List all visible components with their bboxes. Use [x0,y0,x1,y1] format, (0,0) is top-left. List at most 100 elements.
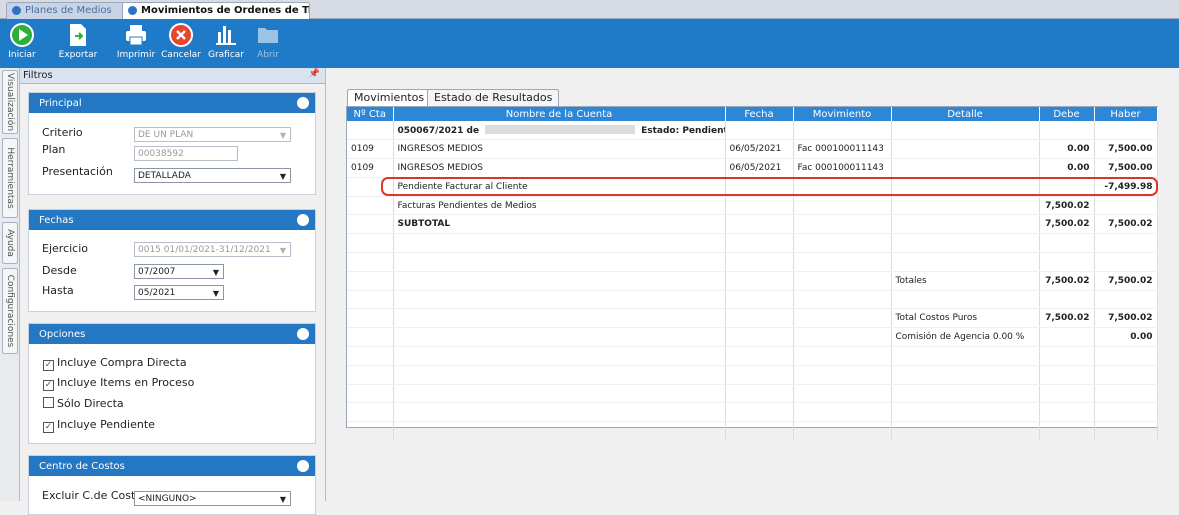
desde-select[interactable]: 07/2007 ▼ [134,264,224,279]
checkbox-solo-directa[interactable]: Sólo Directa [43,397,124,410]
side-tab-label: Ayuda [5,229,15,257]
table-cell: Totales [891,271,1040,291]
table-row[interactable]: 0109 INGRESOS MEDIOS 06/05/2021 Fac 0001000… [347,139,1158,160]
hasta-label: Hasta [42,284,74,297]
tab-movimientos[interactable]: Movimientos de Ordenes de Tra... [122,2,310,19]
table-cell [393,252,726,272]
checkbox-label: Incluye Pendiente [57,418,155,431]
table-cell [347,214,394,235]
table-cell: 7,500.02 [1094,271,1158,291]
table-row[interactable]: SUBTOTAL 7,500.02 7,500.02 [347,214,1158,235]
print-button[interactable]: Imprimir [116,22,156,60]
checkbox-icon: ✓ [43,360,54,371]
table-row[interactable] [347,402,1158,423]
side-tab-visualizacion[interactable]: Visualización [2,70,18,134]
table-row[interactable] [347,421,1158,442]
excluir-select[interactable]: <NINGUNO> ▼ [134,491,291,506]
collapse-icon[interactable] [297,328,309,340]
collapse-icon[interactable] [297,214,309,226]
export-icon [70,24,86,46]
table-cell [393,421,726,442]
plan-field[interactable]: 00038592 [134,146,238,161]
table-cell [725,233,794,254]
table-cell [1039,290,1095,310]
section-header[interactable]: Principal [29,93,315,113]
collapse-icon[interactable] [297,460,309,472]
table-cell: 7,500.02 [1039,308,1095,329]
column-header[interactable]: Detalle [891,107,1040,121]
table-cell: 0.00 [1094,327,1158,348]
table-row[interactable]: 0109 INGRESOS MEDIOS 06/05/2021 Fac 0001000… [347,158,1158,178]
table-row[interactable] [347,346,1158,366]
table-row[interactable] [347,290,1158,310]
table-cell [793,402,892,423]
table-cell: SUBTOTAL [393,214,726,235]
table-cell [891,402,1040,423]
checkbox-compra-directa[interactable]: ✓ Incluye Compra Directa [43,356,187,371]
table-cell [725,252,794,272]
tab-movimientos-grid[interactable]: Movimientos [347,89,432,106]
section-header[interactable]: Fechas [29,210,315,230]
ejercicio-select[interactable]: 0015 01/01/2021-31/12/2021 ▼ [134,242,291,257]
chevron-down-icon: ▼ [212,289,219,298]
movements-table: Nº Cta Nombre de la Cuenta Fecha Movimie… [347,107,1158,442]
table-cell: Comisión de Agencia 0.00 % [891,327,1040,348]
start-label: Iniciar [8,50,36,60]
table-cell: Total Costos Puros [891,308,1040,329]
cancel-button[interactable]: Cancelar [160,22,202,60]
pin-icon[interactable]: 📌 [309,69,320,79]
checkbox-items-proceso[interactable]: ✓ Incluye Items en Proceso [43,376,194,391]
table-cell [793,177,892,197]
collapse-icon[interactable] [297,97,309,109]
table-cell [725,177,794,197]
chevron-down-icon: ▼ [279,131,286,140]
section-header[interactable]: Centro de Costos [29,456,315,476]
open-button[interactable]: Abrir [254,22,282,60]
table-cell: 0109 [347,139,394,160]
presentacion-select[interactable]: DETALLADA ▼ [134,168,291,183]
table-cell [347,308,394,329]
table-row[interactable]: Facturas Pendientes de Medios 7,500.02 [347,196,1158,216]
section-centro-costos: Centro de Costos Excluir C.de Costo <NIN… [28,455,316,515]
section-title: Opciones [39,329,86,340]
hasta-select[interactable]: 05/2021 ▼ [134,285,224,300]
column-header[interactable]: Fecha [725,107,794,121]
table-cell [347,177,394,197]
criterio-select[interactable]: DE UN PLAN ▼ [134,127,291,142]
table-row[interactable]: Total Costos Puros 7,500.02 7,500.02 [347,308,1158,329]
table-row[interactable]: Pendiente Facturar al Cliente -7,499.98 [347,177,1158,197]
column-header[interactable]: Movimiento [793,107,892,121]
column-header[interactable]: Haber [1094,107,1158,121]
table-row[interactable] [347,384,1158,404]
column-header[interactable]: Nº Cta [347,107,394,121]
table-row[interactable]: Totales 7,500.02 7,500.02 [347,271,1158,291]
tab-planes-de-medios[interactable]: Planes de Medios [6,2,125,19]
table-cell [891,346,1040,366]
section-opciones: Opciones ✓ Incluye Compra Directa ✓ Incluy… [28,323,316,444]
play-icon [10,23,34,47]
table-cell [725,421,794,442]
checkbox-incluye-pendiente[interactable]: ✓ Incluye Pendiente [43,418,155,433]
table-row[interactable]: Comisión de Agencia 0.00 % 0.00 [347,327,1158,348]
table-cell [725,214,794,235]
table-cell [1094,421,1158,442]
table-cell [725,346,794,366]
excluir-value: <NINGUNO> [138,494,197,504]
table-row[interactable] [347,233,1158,254]
side-tab-ayuda[interactable]: Ayuda [2,222,18,264]
side-tab-label: Visualización [5,72,15,132]
tab-label: Estado de Resultados [434,91,553,104]
export-button[interactable]: Exportar [56,22,100,60]
column-header[interactable]: Debe [1039,107,1095,121]
side-tab-configuraciones[interactable]: Configuraciones [2,268,18,354]
start-button[interactable]: Iniciar [4,22,40,60]
tab-estado-resultados[interactable]: Estado de Resultados [427,89,560,106]
table-cell: INGRESOS MEDIOS [393,139,726,160]
chart-button[interactable]: Graficar [206,22,246,60]
table-row[interactable]: 050067/2021 de Estado: Pendiente [347,121,1158,141]
column-header[interactable]: Nombre de la Cuenta [393,107,726,121]
side-tab-herramientas[interactable]: Herramientas [2,138,18,218]
section-header[interactable]: Opciones [29,324,315,344]
table-row[interactable] [347,252,1158,272]
table-row[interactable] [347,365,1158,385]
